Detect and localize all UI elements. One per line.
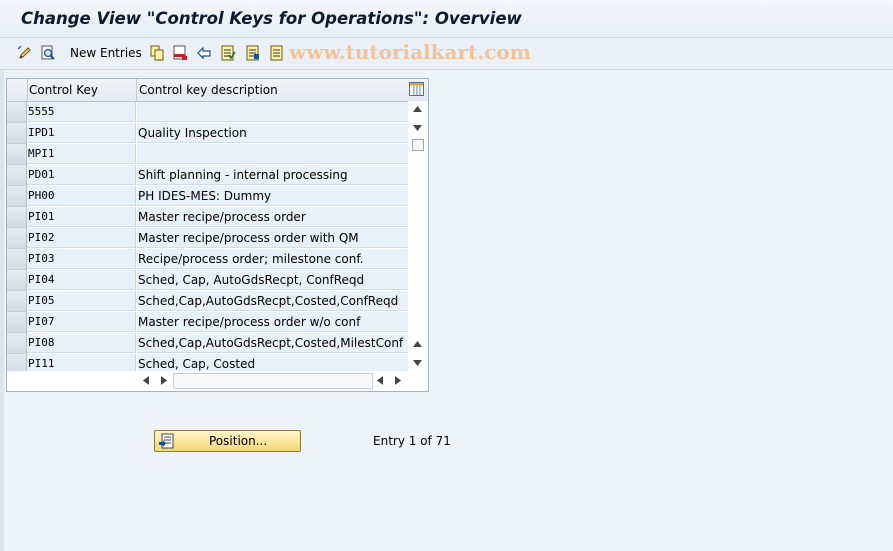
find-icon[interactable] — [40, 45, 56, 61]
horizontal-scroll-track[interactable] — [173, 373, 373, 389]
edit-pencil-icon[interactable] — [17, 45, 33, 61]
table-row[interactable]: PI07 Master recipe/process order w/o conf — [7, 312, 408, 333]
column-settings-icon[interactable] — [409, 82, 424, 96]
scroll-thumb[interactable] — [412, 139, 424, 151]
page-title: Change View "Control Keys for Operations… — [21, 9, 522, 28]
new-entries-button[interactable]: New Entries — [70, 46, 142, 60]
scroll-page-up-icon[interactable] — [413, 341, 422, 347]
scroll-right-icon[interactable] — [161, 376, 167, 385]
row-select-handle[interactable] — [7, 228, 27, 249]
row-select-handle[interactable] — [7, 186, 27, 207]
scroll-down-icon[interactable] — [413, 125, 422, 131]
control-key-cell[interactable]: MPI1 — [27, 144, 136, 164]
entry-counter: Entry 1 of 71 — [373, 434, 451, 448]
control-key-cell[interactable]: PI08 — [27, 333, 136, 353]
copy-icon[interactable] — [149, 45, 165, 61]
table-row[interactable]: PI05 Sched,Cap,AutoGdsRecpt,Costed,ConfRe… — [7, 291, 408, 312]
table-control: Control Key Control key description 5555… — [6, 78, 429, 392]
control-key-cell[interactable]: PI01 — [27, 207, 136, 227]
delete-icon[interactable] — [172, 45, 188, 61]
description-cell[interactable]: Master recipe/process order w/o conf — [137, 312, 408, 332]
deselect-icon[interactable] — [269, 45, 285, 61]
position-icon — [159, 433, 174, 449]
table-row[interactable]: MPI1 — [7, 144, 408, 165]
table-row[interactable]: PI02 Master recipe/process order with QM — [7, 228, 408, 249]
row-select-handle[interactable] — [7, 165, 27, 186]
description-cell[interactable]: Recipe/process order; milestone conf. — [137, 249, 408, 269]
table-row[interactable]: PI04 Sched, Cap, AutoGdsRecpt, ConfReqd — [7, 270, 408, 291]
title-bar: Change View "Control Keys for Operations… — [0, 0, 893, 38]
left-edge — [0, 70, 4, 551]
position-button-label: Position... — [209, 434, 268, 448]
column-header-control-key[interactable]: Control Key — [29, 83, 98, 97]
row-select-handle[interactable] — [7, 291, 27, 312]
scroll-page-down-icon[interactable] — [413, 360, 422, 366]
row-select-handle[interactable] — [7, 144, 27, 165]
row-select-handle[interactable] — [7, 102, 27, 123]
table-row[interactable]: PD01 Shift planning - internal processing — [7, 165, 408, 186]
table-row[interactable]: PI01 Master recipe/process order — [7, 207, 408, 228]
table-row[interactable]: 5555 — [7, 102, 408, 123]
description-cell[interactable]: Master recipe/process order — [137, 207, 408, 227]
table-header: Control Key Control key description — [7, 79, 428, 102]
undo-icon[interactable] — [196, 45, 212, 61]
control-key-cell[interactable]: PD01 — [27, 165, 136, 185]
table-row[interactable]: IPD1 Quality Inspection — [7, 123, 408, 144]
description-cell[interactable]: PH IDES-MES: Dummy — [137, 186, 408, 206]
scroll-left-icon-desc[interactable] — [377, 376, 383, 385]
watermark: www.tutorialkart.com — [289, 40, 531, 64]
column-divider[interactable] — [136, 79, 137, 101]
vertical-scrollbar[interactable] — [408, 101, 428, 371]
select-all-icon[interactable] — [220, 45, 236, 61]
description-cell[interactable]: Quality Inspection — [137, 123, 408, 143]
select-block-icon[interactable] — [245, 45, 261, 61]
row-select-handle[interactable] — [7, 207, 27, 228]
table-row[interactable]: PI03 Recipe/process order; milestone conf… — [7, 249, 408, 270]
control-key-cell[interactable]: PI04 — [27, 270, 136, 290]
scroll-left-icon[interactable] — [143, 376, 149, 385]
table-row[interactable]: PH00 PH IDES-MES: Dummy — [7, 186, 408, 207]
table-row[interactable]: PI08 Sched,Cap,AutoGdsRecpt,Costed,Milest… — [7, 333, 408, 354]
description-cell[interactable]: Sched,Cap,AutoGdsRecpt,Costed,MilestConf — [137, 333, 408, 353]
control-key-cell[interactable]: PH00 — [27, 186, 136, 206]
control-key-cell[interactable]: 5555 — [27, 102, 136, 122]
control-key-cell[interactable]: PI03 — [27, 249, 136, 269]
row-select-handle[interactable] — [7, 249, 27, 270]
column-header-description[interactable]: Control key description — [139, 83, 278, 97]
description-cell[interactable] — [137, 144, 408, 164]
row-select-handle[interactable] — [7, 312, 27, 333]
select-all-rows-handle[interactable] — [7, 79, 28, 101]
scroll-up-icon[interactable] — [413, 106, 422, 112]
control-key-cell[interactable]: PI05 — [27, 291, 136, 311]
description-cell[interactable] — [137, 102, 408, 122]
control-key-cell[interactable]: PI02 — [27, 228, 136, 248]
control-key-cell[interactable]: PI07 — [27, 312, 136, 332]
scroll-right-icon-desc[interactable] — [395, 376, 401, 385]
position-button[interactable]: Position... — [154, 430, 301, 452]
description-cell[interactable]: Shift planning - internal processing — [137, 165, 408, 185]
description-cell[interactable]: Master recipe/process order with QM — [137, 228, 408, 248]
control-key-cell[interactable]: IPD1 — [27, 123, 136, 143]
application-toolbar: New Entries www.tutorialkart.com — [0, 38, 893, 70]
row-select-handle[interactable] — [7, 333, 27, 354]
row-select-handle[interactable] — [7, 270, 27, 291]
row-select-handle[interactable] — [7, 123, 27, 144]
description-cell[interactable]: Sched, Cap, AutoGdsRecpt, ConfReqd — [137, 270, 408, 290]
horizontal-scrollbar[interactable] — [7, 371, 428, 391]
description-cell[interactable]: Sched,Cap,AutoGdsRecpt,Costed,ConfReqd — [137, 291, 408, 311]
